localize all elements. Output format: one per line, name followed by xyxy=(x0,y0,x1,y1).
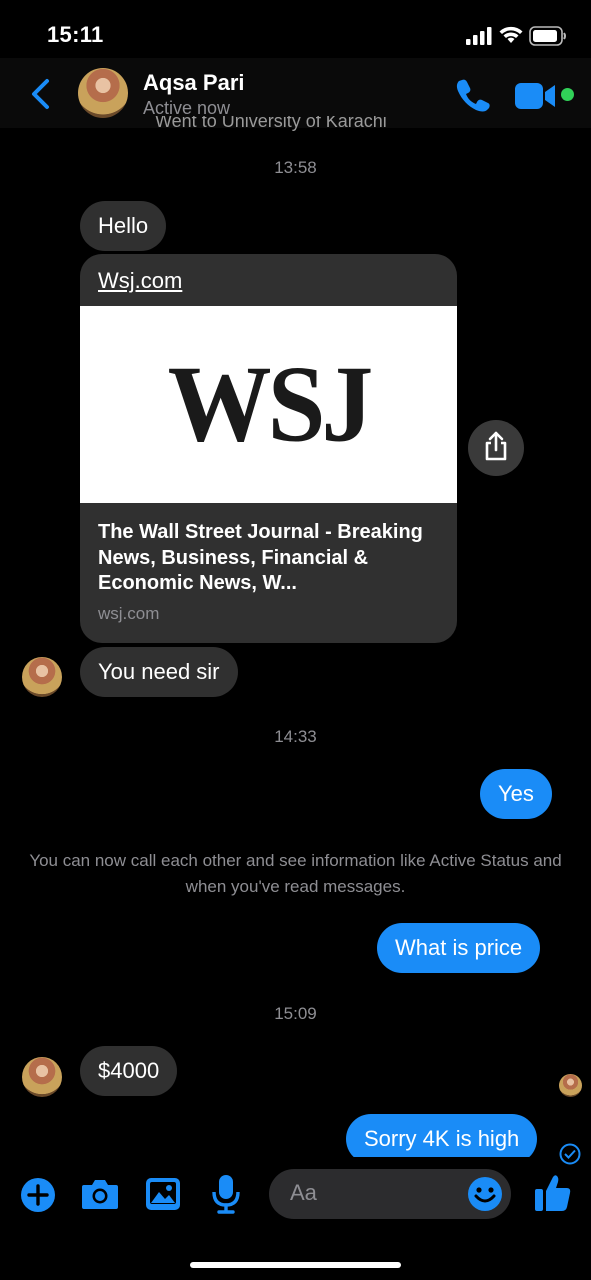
sent-check-icon xyxy=(559,1143,581,1170)
share-button[interactable] xyxy=(468,420,524,476)
contact-name[interactable]: Aqsa Pari xyxy=(143,70,245,96)
contact-avatar-small[interactable] xyxy=(22,657,62,697)
message-input-placeholder: Aa xyxy=(290,1180,317,1205)
link-preview-url[interactable]: Wsj.com xyxy=(98,268,182,294)
battery-icon xyxy=(529,26,567,51)
share-icon xyxy=(483,431,509,466)
video-camera-icon[interactable] xyxy=(515,82,557,115)
camera-icon[interactable] xyxy=(81,1178,119,1210)
seen-avatar xyxy=(559,1074,582,1097)
contact-avatar[interactable] xyxy=(78,68,128,118)
online-indicator xyxy=(561,88,574,101)
emoji-icon[interactable] xyxy=(467,1176,503,1212)
status-time: 15:11 xyxy=(47,22,104,47)
link-preview-image[interactable]: WSJ xyxy=(80,306,457,503)
message-incoming[interactable]: You need sir xyxy=(80,647,238,697)
phone-icon[interactable] xyxy=(455,78,491,117)
timestamp: 13:58 xyxy=(274,158,317,177)
link-preview-domain: wsj.com xyxy=(98,604,160,623)
link-preview-title: The Wall Street Journal - Breaking News,… xyxy=(98,521,423,594)
back-chevron-icon[interactable] xyxy=(28,78,54,115)
message-incoming[interactable]: $4000 xyxy=(80,1046,178,1096)
thumbs-up-icon[interactable] xyxy=(534,1173,572,1213)
wifi-icon xyxy=(499,26,523,49)
contact-avatar-small[interactable] xyxy=(22,1057,62,1097)
message-outgoing[interactable]: Yes xyxy=(480,769,552,819)
system-notice: You can now call each other and see info… xyxy=(29,851,562,896)
image-icon[interactable] xyxy=(145,1177,181,1211)
plus-icon[interactable] xyxy=(20,1177,56,1213)
signal-icon xyxy=(466,27,492,50)
message-outgoing[interactable]: What is price xyxy=(377,923,541,973)
timestamp: 14:33 xyxy=(274,727,317,746)
link-preview-card[interactable]: Wsj.com WSJ The Wall Street Journal - Br… xyxy=(80,254,457,643)
message-incoming[interactable]: Hello xyxy=(80,201,167,251)
home-indicator xyxy=(190,1262,401,1268)
previous-message-fragment: Went to University of Karachi xyxy=(155,116,387,131)
microphone-icon[interactable] xyxy=(211,1174,241,1214)
wsj-logo: WSJ xyxy=(167,344,374,465)
timestamp: 15:09 xyxy=(274,1004,317,1023)
